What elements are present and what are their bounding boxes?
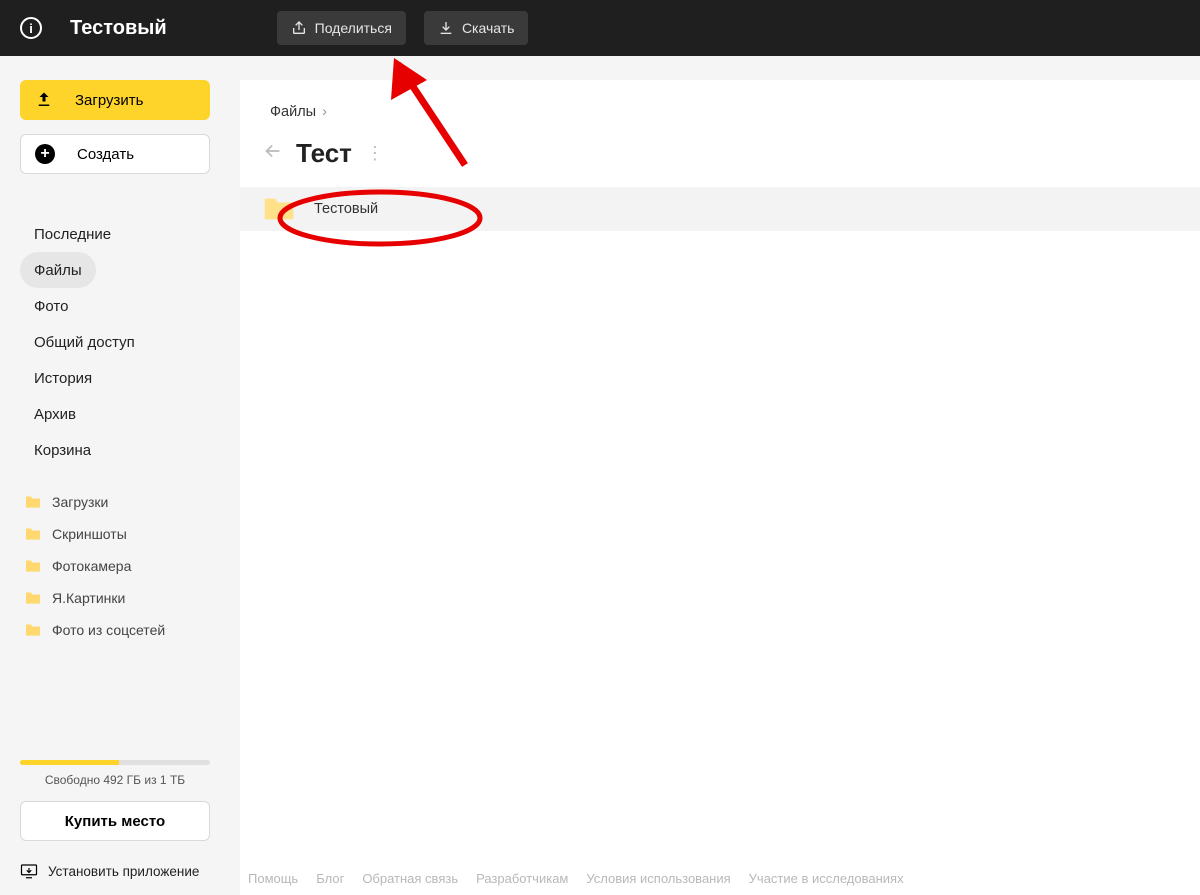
- nav-label: Корзина: [34, 442, 91, 459]
- nav-trash[interactable]: Корзина: [20, 432, 105, 468]
- install-label: Установить приложение: [48, 864, 199, 879]
- nav-photo[interactable]: Фото: [20, 288, 82, 324]
- sidebar-folder[interactable]: Я.Картинки: [20, 582, 220, 614]
- nav-list: Последние Файлы Фото Общий доступ Истори…: [20, 216, 220, 468]
- folder-list: Загрузки Скриншоты Фотокамера Я.Картинки…: [20, 486, 220, 646]
- nav-label: Файлы: [34, 262, 82, 279]
- storage-text: Свободно 492 ГБ из 1 ТБ: [20, 773, 210, 787]
- folder-icon: [24, 559, 42, 573]
- breadcrumb[interactable]: Файлы ›: [240, 80, 1200, 120]
- folder-label: Фото из соцсетей: [52, 622, 165, 638]
- buy-label: Купить место: [65, 813, 165, 830]
- back-button[interactable]: [262, 140, 284, 167]
- nav-label: История: [34, 370, 92, 387]
- folder-label: Скриншоты: [52, 526, 127, 542]
- buy-more-button[interactable]: Купить место: [20, 801, 210, 841]
- upload-icon: [35, 91, 53, 109]
- sidebar-folder[interactable]: Скриншоты: [20, 518, 220, 550]
- nav-label: Архив: [34, 406, 76, 423]
- download-icon: [438, 20, 454, 36]
- plus-icon: +: [35, 144, 55, 164]
- chevron-right-icon: ›: [322, 104, 327, 120]
- folder-icon: [24, 527, 42, 541]
- footer-link[interactable]: Блог: [316, 871, 344, 886]
- share-icon: [291, 20, 307, 36]
- info-icon[interactable]: i: [20, 17, 42, 39]
- nav-label: Последние: [34, 226, 111, 243]
- file-row[interactable]: Тестовый: [240, 187, 1200, 231]
- file-name: Тестовый: [314, 201, 378, 217]
- folder-icon: [262, 196, 296, 222]
- page-title: Тест: [296, 138, 352, 169]
- sidebar: Загрузить + Создать Последние Файлы Фото…: [0, 56, 240, 895]
- nav-files[interactable]: Файлы: [20, 252, 96, 288]
- install-app-link[interactable]: Установить приложение: [20, 859, 220, 889]
- footer-link[interactable]: Помощь: [248, 871, 298, 886]
- footer-link[interactable]: Условия использования: [586, 871, 730, 886]
- storage-bar: [20, 760, 210, 765]
- footer-link[interactable]: Разработчикам: [476, 871, 568, 886]
- nav-shared[interactable]: Общий доступ: [20, 324, 149, 360]
- share-button[interactable]: Поделиться: [277, 11, 406, 45]
- footer: Помощь Блог Обратная связь Разработчикам…: [240, 861, 1200, 895]
- footer-link[interactable]: Обратная связь: [362, 871, 458, 886]
- more-menu-button[interactable]: ⋮: [366, 143, 386, 164]
- folder-label: Загрузки: [52, 494, 108, 510]
- download-button[interactable]: Скачать: [424, 11, 529, 45]
- folder-label: Фотокамера: [52, 558, 131, 574]
- sidebar-folder[interactable]: Фото из соцсетей: [20, 614, 220, 646]
- share-label: Поделиться: [315, 20, 392, 36]
- nav-label: Общий доступ: [34, 334, 135, 351]
- topbar-title: Тестовый: [70, 17, 167, 40]
- create-label: Создать: [77, 146, 134, 163]
- footer-link[interactable]: Участие в исследованиях: [749, 871, 904, 886]
- nav-archive[interactable]: Архив: [20, 396, 90, 432]
- download-label: Скачать: [462, 20, 515, 36]
- nav-recent[interactable]: Последние: [20, 216, 125, 252]
- folder-icon: [24, 623, 42, 637]
- nav-history[interactable]: История: [20, 360, 106, 396]
- sidebar-folder[interactable]: Загрузки: [20, 486, 220, 518]
- upload-label: Загрузить: [75, 92, 144, 109]
- upload-button[interactable]: Загрузить: [20, 80, 210, 120]
- folder-label: Я.Картинки: [52, 590, 125, 606]
- breadcrumb-label: Файлы: [270, 104, 316, 120]
- folder-icon: [24, 495, 42, 509]
- arrow-left-icon: [262, 140, 284, 162]
- create-button[interactable]: + Создать: [20, 134, 210, 174]
- sidebar-folder[interactable]: Фотокамера: [20, 550, 220, 582]
- main-panel: Файлы › Тест ⋮ Тестовый: [240, 80, 1200, 895]
- topbar: i Тестовый Поделиться Скачать: [0, 0, 1200, 56]
- nav-label: Фото: [34, 298, 68, 315]
- install-icon: [20, 863, 38, 879]
- folder-icon: [24, 591, 42, 605]
